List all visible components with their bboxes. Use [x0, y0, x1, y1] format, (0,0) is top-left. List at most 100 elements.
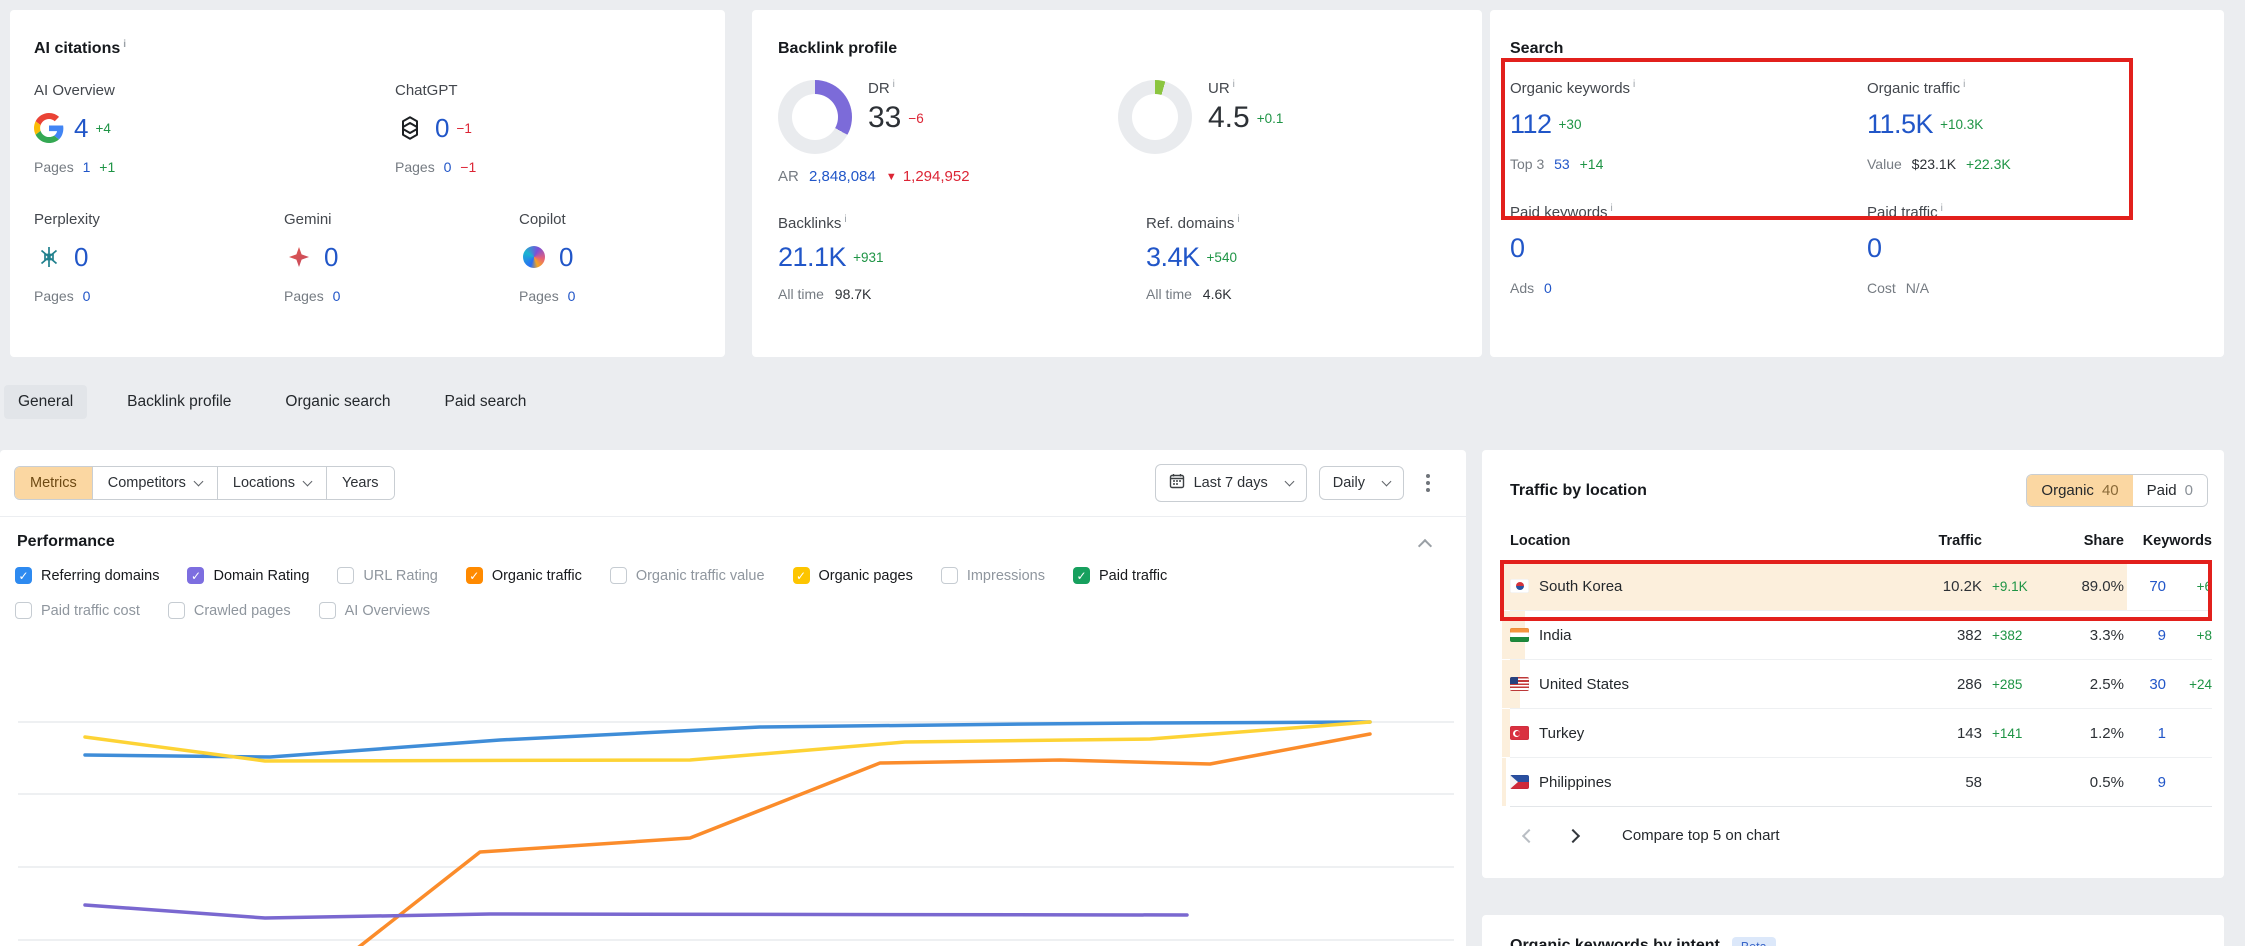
perplexity-icon	[34, 242, 64, 272]
metric-value[interactable]: 0	[559, 242, 573, 273]
metrics-segment-button[interactable]: Metrics	[15, 467, 92, 499]
check-icon: ✓	[796, 570, 806, 582]
checkbox-box[interactable]	[610, 567, 627, 584]
column-location[interactable]: Location	[1510, 533, 1910, 549]
checkbox-box[interactable]	[168, 602, 185, 619]
info-icon[interactable]: i	[844, 214, 846, 225]
table-row-india[interactable]: India 382 +382 3.3% 9 +8	[1510, 611, 2212, 660]
checkbox-box[interactable]: ✓	[187, 567, 204, 584]
ref-domains-metric: Ref. domainsi 3.4K +540 All time 4.6K	[1146, 215, 1240, 302]
checkbox-organic-traffic[interactable]: ✓ Organic traffic	[466, 567, 582, 584]
google-icon	[34, 113, 64, 143]
traffic-delta: +141	[1982, 726, 2044, 741]
checkbox-box[interactable]	[337, 567, 354, 584]
perplexity-metric: Perplexity 0 Pages 0	[34, 211, 284, 304]
checkbox-paid-traffic[interactable]: ✓ Paid traffic	[1073, 567, 1167, 584]
share-bar	[1502, 758, 1506, 806]
paid-traffic-value[interactable]: 0	[1867, 233, 1882, 264]
checkbox-url-rating[interactable]: URL Rating	[337, 567, 437, 584]
table-row-united-states[interactable]: United States 286 +285 2.5% 30 +24	[1510, 660, 2212, 709]
checkbox-box[interactable]	[319, 602, 336, 619]
organic-keywords-value[interactable]: 112	[1510, 109, 1552, 140]
keywords-value[interactable]: 9	[2124, 774, 2166, 791]
checkbox-organic-pages[interactable]: ✓ Organic pages	[793, 567, 913, 584]
checkbox-box[interactable]	[941, 567, 958, 584]
info-icon[interactable]: i	[1963, 79, 1965, 90]
more-options-button[interactable]	[1416, 468, 1440, 498]
table-row-turkey[interactable]: Turkey 143 +141 1.2% 1	[1510, 709, 2212, 758]
info-icon[interactable]: i	[1611, 203, 1613, 214]
checkbox-impressions[interactable]: Impressions	[941, 567, 1045, 584]
keywords-value[interactable]: 70	[2124, 578, 2166, 595]
checkbox-box[interactable]: ✓	[466, 567, 483, 584]
metric-value[interactable]: 0	[324, 242, 338, 273]
metric-label: Paid traffici	[1867, 204, 1943, 221]
keywords-value[interactable]: 9	[2124, 627, 2166, 644]
info-icon[interactable]: i	[1941, 203, 1943, 214]
pages-line: Pages 1 +1	[34, 159, 395, 175]
tab-organic-search[interactable]: Organic search	[271, 385, 404, 419]
checkbox-crawled-pages[interactable]: Crawled pages	[168, 602, 291, 619]
competitors-segment-button[interactable]: Competitors	[92, 467, 217, 499]
granularity-button[interactable]: Daily	[1319, 466, 1404, 500]
column-share[interactable]: Share	[2044, 533, 2124, 549]
table-row-south-korea[interactable]: South Korea 10.2K +9.1K 89.0% 70 +6	[1510, 562, 2212, 611]
checkbox-label: Organic pages	[819, 568, 913, 584]
checkbox-box[interactable]: ✓	[793, 567, 810, 584]
info-icon[interactable]: i	[123, 39, 126, 50]
next-page-chevron-icon[interactable]	[1566, 828, 1580, 842]
checkbox-ai-overviews[interactable]: AI Overviews	[319, 602, 430, 619]
table-row-philippines[interactable]: Philippines 58 0.5% 9	[1510, 758, 2212, 807]
backlinks-value[interactable]: 21.1K	[778, 242, 846, 273]
dr-delta: −6	[908, 111, 923, 126]
copilot-metric: Copilot 0 Pages 0	[519, 211, 580, 304]
info-icon[interactable]: i	[893, 79, 895, 90]
compare-top5-link[interactable]: Compare top 5 on chart	[1622, 827, 1780, 844]
years-segment-button[interactable]: Years	[326, 467, 394, 499]
india-flag-icon	[1510, 628, 1529, 642]
ref-domains-value[interactable]: 3.4K	[1146, 242, 1200, 273]
date-range-button[interactable]: Last 7 days	[1155, 464, 1307, 502]
paid-keywords-metric: Paid keywordsi 0 Ads 0	[1510, 204, 1867, 296]
traffic-value: 10.2K	[1910, 578, 1982, 595]
paid-keywords-value[interactable]: 0	[1510, 233, 1525, 264]
tab-paid-search[interactable]: Paid search	[431, 385, 541, 419]
chatgpt-metric: ChatGPT 0 −1 Pages 0 −1	[395, 82, 481, 175]
backlinks-delta: +931	[853, 250, 883, 265]
performance-line-chart[interactable]	[14, 680, 1454, 946]
locations-segment-button[interactable]: Locations	[217, 467, 326, 499]
previous-page-chevron-icon[interactable]	[1522, 828, 1536, 842]
info-icon[interactable]: i	[1233, 79, 1235, 90]
organic-toggle-button[interactable]: Organic40	[2027, 475, 2132, 506]
metric-label: Ref. domainsi	[1146, 215, 1240, 232]
checkbox-box[interactable]: ✓	[15, 567, 32, 584]
metric-value[interactable]: 4	[74, 113, 88, 144]
tab-backlink-profile[interactable]: Backlink profile	[113, 385, 245, 419]
checkbox-organic-traffic-value[interactable]: Organic traffic value	[610, 567, 765, 584]
info-icon[interactable]: i	[1237, 214, 1239, 225]
chevron-down-icon	[303, 476, 313, 486]
locations-pagination: Compare top 5 on chart	[1510, 827, 2212, 844]
checkbox-paid-traffic-cost[interactable]: Paid traffic cost	[15, 602, 140, 619]
organic-traffic-value[interactable]: 11.5K	[1867, 109, 1933, 140]
metric-label: ChatGPT	[395, 82, 481, 99]
info-icon[interactable]: i	[1633, 79, 1635, 90]
column-keywords[interactable]: Keywords	[2124, 533, 2212, 549]
chevron-down-icon	[193, 476, 203, 486]
keywords-value[interactable]: 30	[2124, 676, 2166, 693]
checkbox-box[interactable]: ✓	[1073, 567, 1090, 584]
value-line: Value $23.1K +22.3K	[1867, 156, 2017, 172]
ar-value[interactable]: 2,848,084	[809, 168, 876, 185]
keywords-value[interactable]: 1	[2124, 725, 2166, 742]
chevron-down-icon	[1382, 476, 1392, 486]
checkbox-referring-domains[interactable]: ✓ Referring domains	[15, 567, 159, 584]
checkbox-domain-rating[interactable]: ✓ Domain Rating	[187, 567, 309, 584]
tab-general[interactable]: General	[4, 385, 87, 419]
checkbox-box[interactable]	[15, 602, 32, 619]
checkbox-label: Paid traffic	[1099, 568, 1167, 584]
ar-delta: ▼1,294,952	[886, 168, 976, 185]
column-traffic[interactable]: Traffic	[1910, 533, 1982, 549]
metric-value[interactable]: 0	[74, 242, 88, 273]
paid-toggle-button[interactable]: Paid0	[2133, 475, 2207, 506]
metric-value[interactable]: 0	[435, 113, 449, 144]
